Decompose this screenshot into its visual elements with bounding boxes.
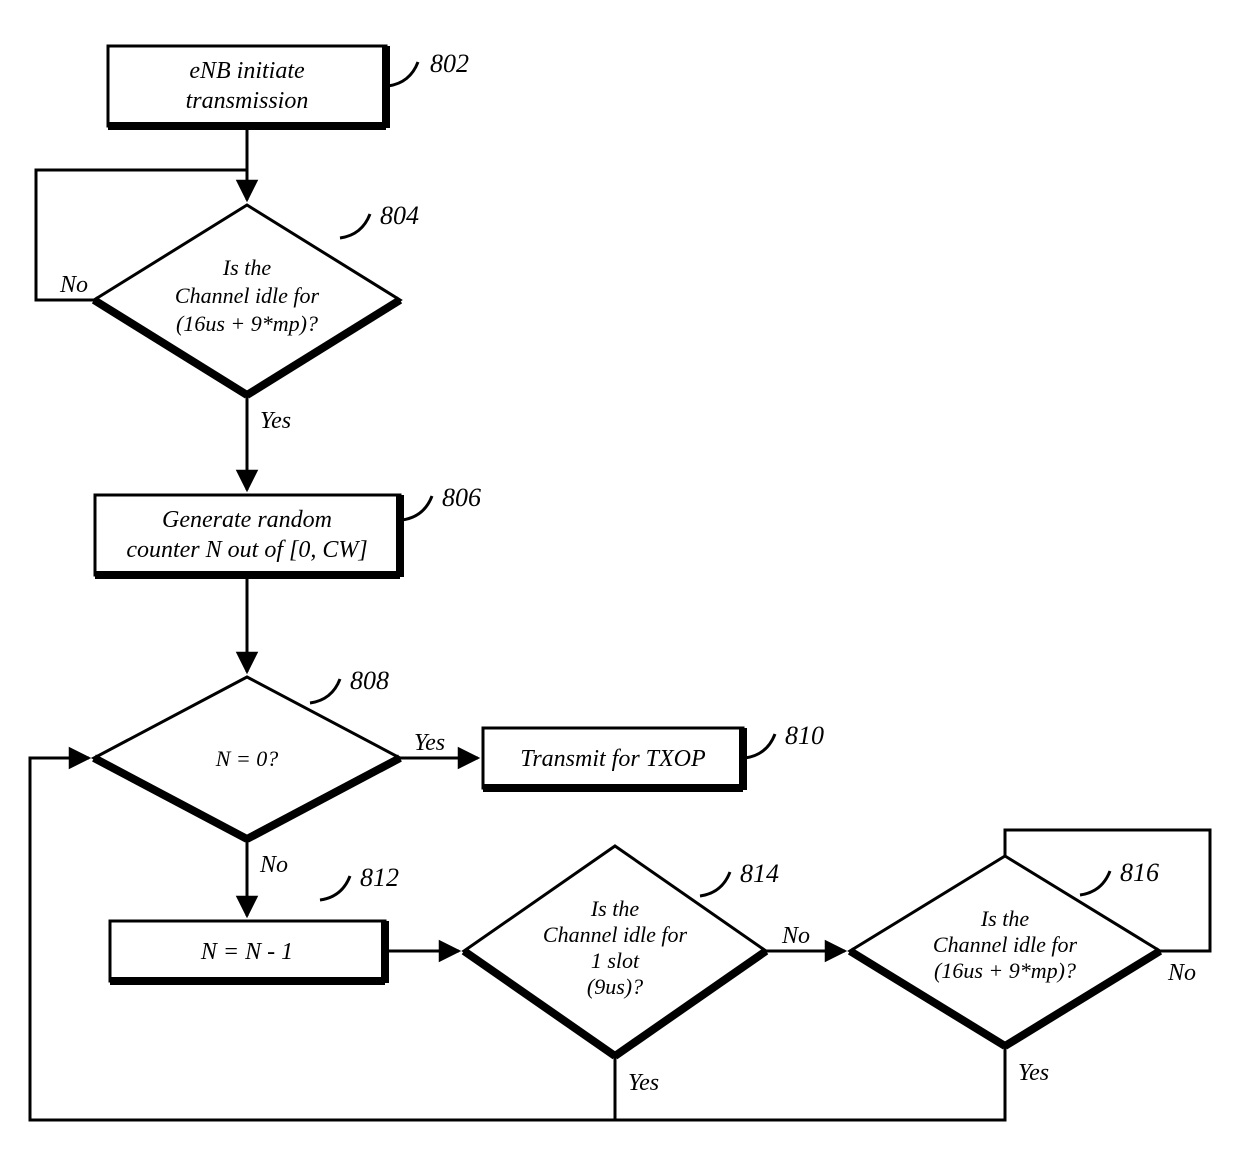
- node-808: N = 0?: [94, 677, 400, 839]
- n814-line2: Channel idle for: [543, 922, 688, 947]
- label-806: 806: [442, 483, 481, 512]
- label-814: 814: [740, 859, 779, 888]
- label-810: 810: [785, 721, 824, 750]
- node-806: Generate random counter N out of [0, CW]: [95, 495, 400, 577]
- n816-yes: Yes: [1018, 1060, 1049, 1086]
- n816-no: No: [1167, 960, 1196, 986]
- label-802: 802: [430, 49, 469, 78]
- n808-line1: N = 0?: [215, 746, 279, 771]
- label-808: 808: [350, 666, 389, 695]
- n814-yes: Yes: [628, 1070, 659, 1096]
- n802-line2: transmission: [186, 88, 309, 114]
- n802-line1: eNB initiate: [189, 58, 305, 84]
- n810-line1: Transmit for TXOP: [520, 746, 706, 772]
- n814-line4: (9us)?: [587, 974, 643, 999]
- node-802: eNB initiate transmission: [108, 46, 386, 128]
- n804-no: No: [59, 272, 88, 298]
- n804-line2: Channel idle for: [175, 283, 320, 308]
- node-814: Is the Channel idle for 1 slot (9us)?: [464, 846, 766, 1056]
- node-816: Is the Channel idle for (16us + 9*mp)?: [850, 856, 1160, 1046]
- n814-line3: 1 slot: [591, 948, 640, 973]
- label-816: 816: [1120, 858, 1159, 887]
- label-804: 804: [380, 201, 419, 230]
- n806-line1: Generate random: [162, 507, 332, 533]
- n804-line3: (16us + 9*mp)?: [176, 311, 318, 336]
- n816-line3: (16us + 9*mp)?: [934, 958, 1076, 983]
- n804-yes: Yes: [260, 408, 291, 434]
- n814-line1: Is the: [590, 896, 640, 921]
- n816-line2: Channel idle for: [933, 932, 1078, 957]
- n814-no: No: [781, 923, 810, 949]
- n804-line1: Is the: [222, 255, 272, 280]
- n816-line1: Is the: [980, 906, 1030, 931]
- n808-yes: Yes: [414, 730, 445, 756]
- n808-no: No: [259, 852, 288, 878]
- label-812: 812: [360, 863, 399, 892]
- n812-line1: N = N - 1: [200, 939, 293, 965]
- node-810: Transmit for TXOP: [483, 728, 743, 790]
- node-812: N = N - 1: [110, 921, 385, 983]
- n806-line2: counter N out of [0, CW]: [126, 537, 367, 563]
